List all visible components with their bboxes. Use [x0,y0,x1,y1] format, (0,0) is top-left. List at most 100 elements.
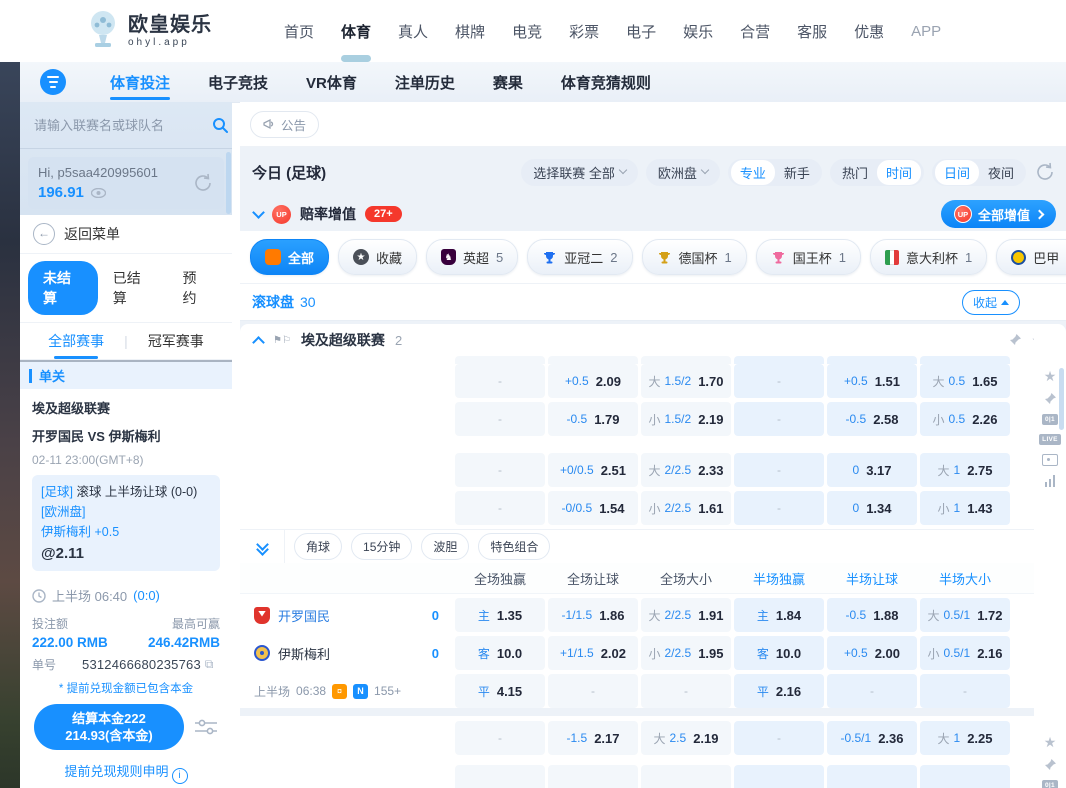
league-filter-pill[interactable]: 巴甲5 [996,239,1066,275]
league-filter-pill[interactable]: 意大利杯1 [870,239,987,275]
sort-toggle-option[interactable]: 热门 [833,160,877,185]
more-markets-count[interactable]: 155+ [374,684,401,698]
sidebar-scrollbar[interactable] [226,152,231,214]
pin-icon[interactable] [1044,758,1057,771]
odds-cell[interactable]: 平4.15 [455,674,545,708]
odds-cell[interactable]: 大12.75 [920,453,1010,487]
brand-logo[interactable]: 欧皇娱乐 ohyl.app [86,9,212,53]
odds-cell[interactable]: -0.51.79 [548,402,638,436]
menu-filter-icon[interactable] [40,69,66,95]
odds-cell[interactable]: 客10.0 [734,636,824,670]
odds-cell[interactable]: 小0.52.26 [920,402,1010,436]
odds-cell[interactable]: 小1.5/22.19 [641,402,731,436]
eye-icon[interactable] [91,188,106,198]
odds-scrollbar[interactable] [1059,368,1064,430]
odds-cell[interactable]: 小0.5/12.16 [920,636,1010,670]
match-tracker-icon[interactable] [1042,454,1058,466]
quick-market-pill[interactable]: 角球 [294,533,342,560]
odds-cell[interactable]: +0.51.51 [827,364,917,398]
topnav-item[interactable]: 优惠 [854,1,884,62]
odds-cell[interactable]: 主1.84 [734,598,824,632]
back-to-menu[interactable]: ← 返回菜单 [20,215,232,254]
odds-cell[interactable]: 大0.51.65 [920,364,1010,398]
odds-cell[interactable]: 大2.52.19 [641,721,731,755]
mode-toggle-option[interactable]: 新手 [775,160,819,185]
odds-cell[interactable]: 小2/2.51.95 [641,636,731,670]
team-row-home[interactable]: 开罗国民0 [240,606,455,625]
market-column-header[interactable]: 半场让球 [827,569,917,588]
league-section-header[interactable]: ⚑⚐ 埃及超级联赛 2 ★ [240,324,1066,356]
event-type-tab[interactable]: 冠军赛事 [146,325,206,357]
double-chevron-down-icon[interactable] [240,530,285,563]
cashout-button[interactable]: 结算本金222 214.93(含本金) [34,704,184,750]
daynight-toggle-option[interactable]: 日间 [935,160,979,185]
league-filter-pill[interactable]: 全部 [250,239,329,275]
odds-cell[interactable]: -0.51.88 [827,598,917,632]
bet-status-tab[interactable]: 预约 [168,261,225,315]
score-binary-icon[interactable]: 0|1 [1042,780,1058,788]
cashout-rules-link[interactable]: 提前兑现规则申明i [20,754,232,788]
daynight-toggle-option[interactable]: 夜间 [979,160,1023,185]
topnav-item[interactable]: 客服 [797,1,827,62]
topnav-item[interactable]: 电竞 [512,1,542,62]
refresh-balance-icon[interactable] [192,172,214,194]
pin-icon[interactable] [1044,392,1057,405]
odds-cell[interactable]: -0.52.58 [827,402,917,436]
topnav-item[interactable]: 合营 [740,1,770,62]
copy-icon[interactable]: ⧉ [205,657,214,672]
league-filter-pill[interactable]: ♞英超5 [426,239,518,275]
odds-cell[interactable]: +0.52.00 [827,636,917,670]
odds-cell[interactable]: -0/0.51.54 [548,491,638,525]
odds-cell[interactable]: 大2/2.52.33 [641,453,731,487]
quick-market-pill[interactable]: 15分钟 [351,533,412,560]
market-column-header[interactable]: 全场让球 [548,569,638,588]
odds-cell[interactable]: +0/0.52.51 [548,453,638,487]
odds-cell[interactable]: -0.5/12.36 [827,721,917,755]
market-column-header[interactable]: 全场大小 [641,569,731,588]
topnav-item[interactable]: APP [911,3,941,60]
chevron-down-icon[interactable] [252,206,265,219]
odds-cell[interactable]: -1/1.51.86 [548,598,638,632]
topnav-item[interactable]: 娱乐 [683,1,713,62]
market-select[interactable]: 欧洲盘 [646,159,720,186]
odds-cell[interactable]: 大1.5/21.70 [641,364,731,398]
league-select[interactable]: 选择联赛 全部 [521,159,638,186]
league-filter-pill[interactable]: 德国杯1 [642,239,747,275]
topnav-item[interactable]: 棋牌 [455,1,485,62]
all-boost-button[interactable]: UP 全部增值 [941,200,1056,228]
odds-cell[interactable]: 大12.25 [920,721,1010,755]
refresh-icon[interactable] [1034,161,1056,183]
topnav-item[interactable]: 彩票 [569,1,599,62]
topnav-item[interactable]: 电子 [626,1,656,62]
sort-toggle-option[interactable]: 时间 [877,160,921,185]
odds-cell[interactable]: 客10.0 [455,636,545,670]
odds-cell[interactable]: 大0.5/11.72 [920,598,1010,632]
quick-market-pill[interactable]: 波胆 [421,533,469,560]
collapse-button[interactable]: 收起 [962,290,1020,315]
event-type-tab[interactable]: 全部赛事 [46,325,106,357]
quick-market-pill[interactable]: 特色组合 [478,533,550,560]
market-column-header[interactable]: 半场独赢 [734,569,824,588]
league-filter-pill[interactable]: 亚冠二2 [527,239,632,275]
subnav-item[interactable]: 赛果 [493,63,523,102]
odds-cell[interactable]: 平2.16 [734,674,824,708]
market-column-header[interactable]: 半场大小 [920,569,1010,588]
odds-cell[interactable]: 主1.35 [455,598,545,632]
score-binary-icon[interactable]: 0|1 [1042,414,1058,425]
stats-bars-icon[interactable] [1045,475,1056,487]
subnav-item[interactable]: 体育投注 [110,63,170,102]
subnav-item[interactable]: 体育竞猜规则 [561,63,651,102]
league-filter-pill[interactable]: ★收藏 [338,239,417,275]
odds-cell[interactable]: -1.52.17 [548,721,638,755]
search-input[interactable] [32,117,212,134]
team-row-away[interactable]: 伊斯梅利0 [240,644,455,663]
announcement-pill[interactable]: 公告 [250,111,319,138]
subnav-item[interactable]: VR体育 [306,63,357,102]
mode-toggle-option[interactable]: 专业 [731,160,775,185]
market-column-header[interactable]: 全场独赢 [455,569,545,588]
bet-status-tab[interactable]: 已结算 [98,261,168,315]
odds-cell[interactable]: 01.34 [827,491,917,525]
odds-cell[interactable]: 小2/2.51.61 [641,491,731,525]
topnav-item[interactable]: 首页 [284,1,314,62]
search-icon[interactable] [212,117,228,133]
